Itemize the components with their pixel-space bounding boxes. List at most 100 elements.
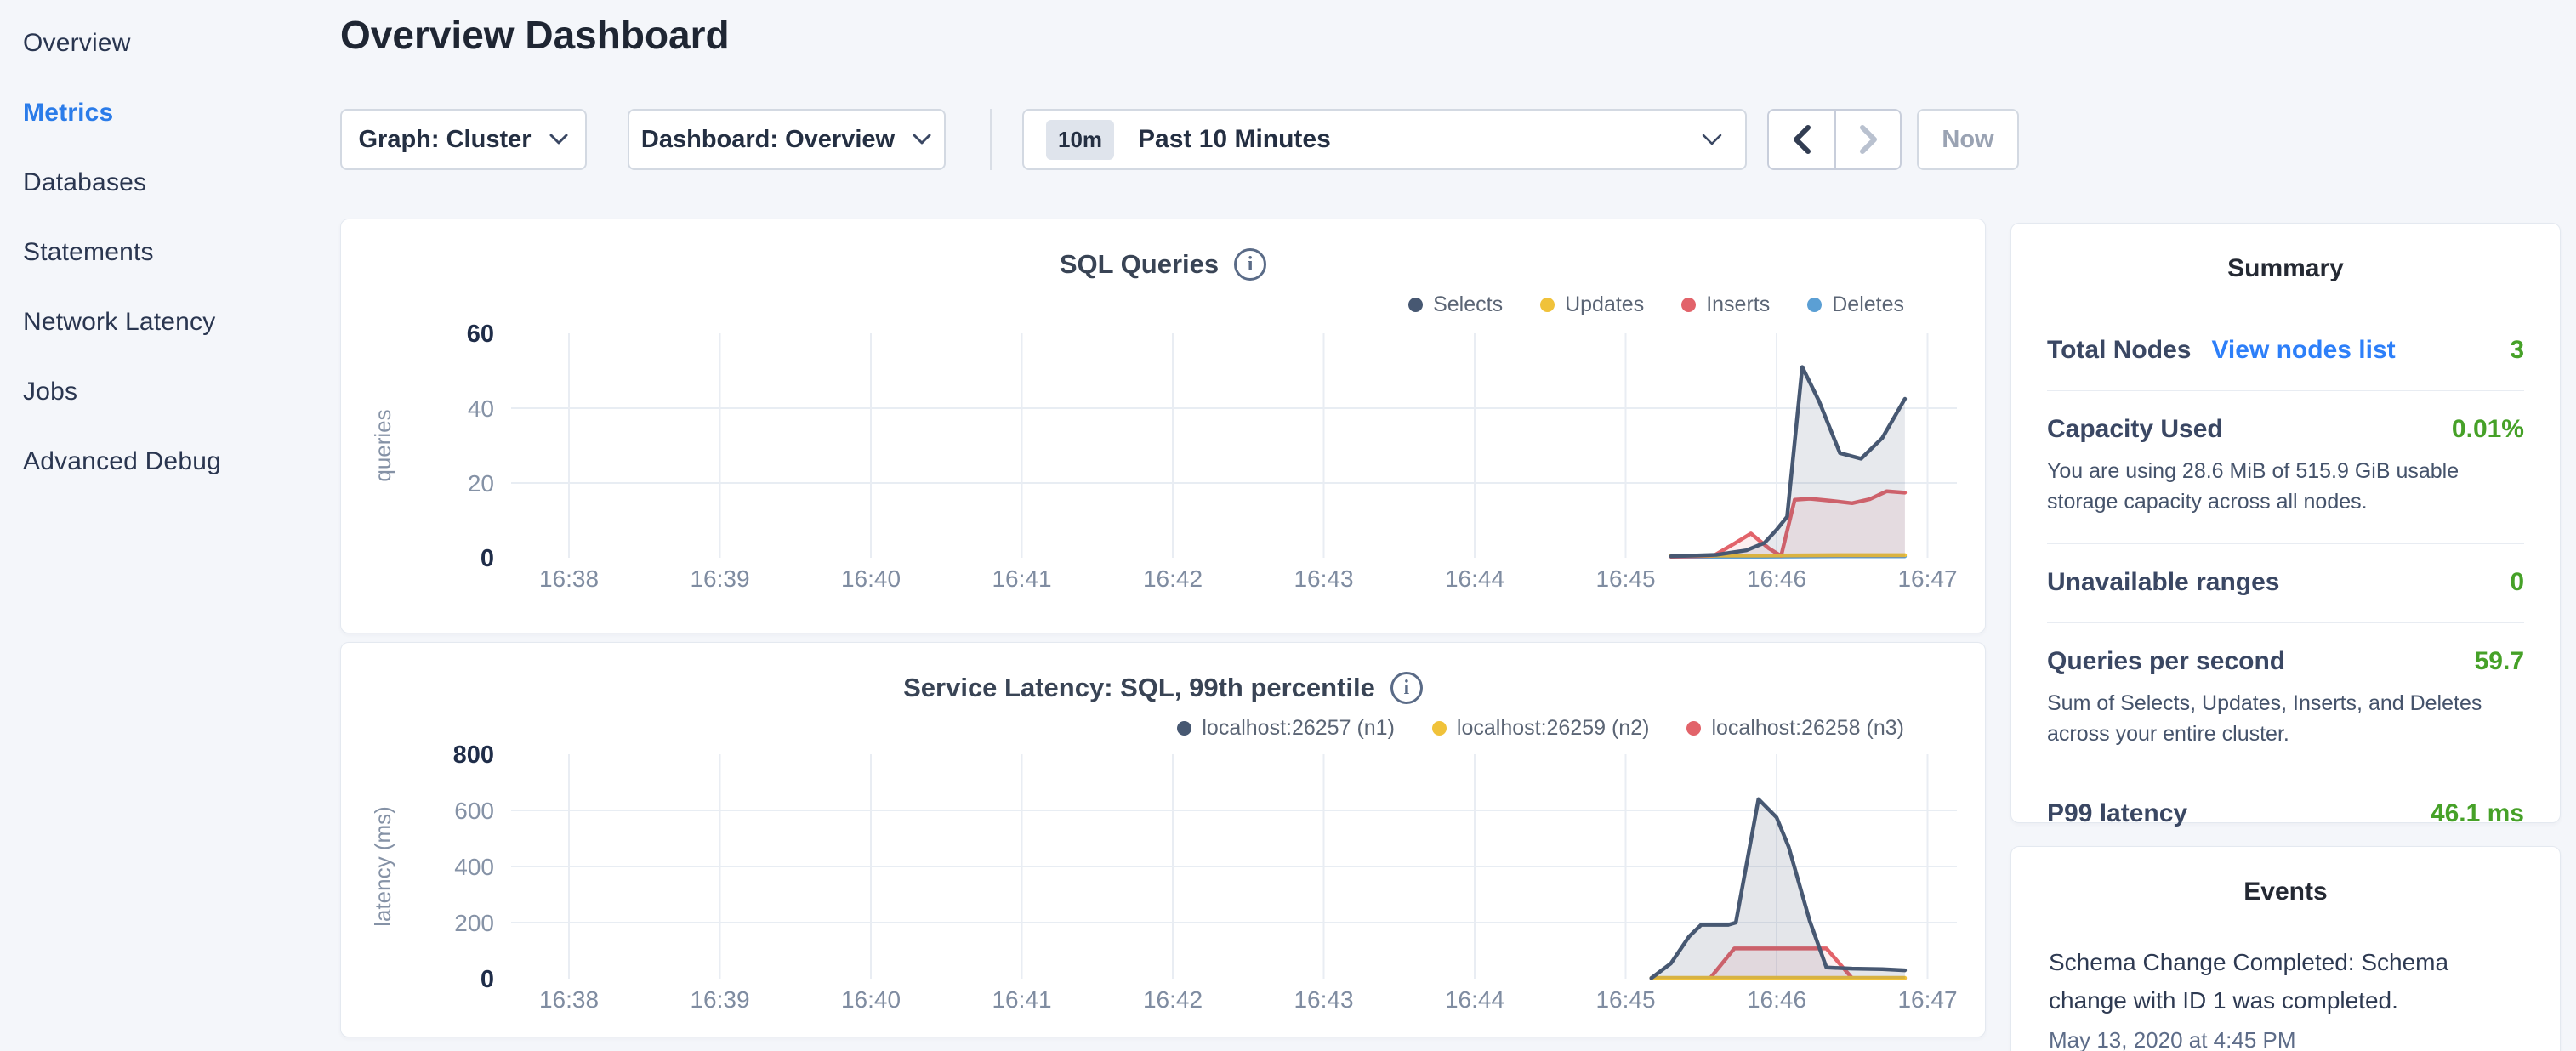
svg-text:16:39: 16:39 [690,986,749,1013]
sidebar-item-jobs[interactable]: Jobs [0,357,340,427]
legend-label: Inserts [1706,293,1770,317]
svg-text:16:45: 16:45 [1595,565,1655,592]
dashboard-dropdown[interactable]: Dashboard: Overview [628,109,946,170]
summary-row-label: Total Nodes [2047,336,2191,365]
summary-row-label: P99 latency [2047,799,2187,828]
summary-row-unavailable-ranges: Unavailable ranges 0 [2047,568,2524,597]
legend-item: Inserts [1681,293,1770,317]
sidebar-item-metrics[interactable]: Metrics [0,78,340,148]
time-forward-button[interactable] [1834,111,1900,168]
svg-text:16:47: 16:47 [1897,986,1957,1013]
summary-row-description: You are using 28.6 MiB of 515.9 GiB usab… [2047,456,2524,518]
svg-text:16:43: 16:43 [1294,986,1353,1013]
page-title: Overview Dashboard [340,12,730,58]
divider [2047,390,2524,391]
svg-text:800: 800 [453,742,494,769]
legend-label: localhost:26258 (n3) [1711,716,1904,741]
graph-dropdown[interactable]: Graph: Cluster [340,109,587,170]
info-icon[interactable] [1234,248,1266,281]
legend-label: localhost:26257 (n1) [1202,716,1395,741]
info-icon[interactable] [1390,672,1423,704]
svg-text:16:42: 16:42 [1143,986,1203,1013]
legend-item: Updates [1540,293,1644,317]
event-timestamp: May 13, 2020 at 4:45 PM [2049,1027,2522,1051]
legend-dot-icon [1408,298,1423,312]
sql-queries-chart-card: SQL Queries SelectsUpdatesInsertsDeletes… [340,219,1986,633]
sidebar-item-statements[interactable]: Statements [0,218,340,287]
summary-row-value: 59.7 [2475,647,2524,676]
time-back-button[interactable] [1769,111,1834,168]
svg-text:600: 600 [454,798,494,824]
svg-text:16:45: 16:45 [1595,986,1655,1013]
svg-text:60: 60 [467,321,494,348]
time-range-label: Past 10 Minutes [1138,125,1331,154]
legend-item: localhost:26259 (n2) [1432,716,1650,741]
svg-text:20: 20 [468,470,494,497]
legend-label: Updates [1565,293,1644,317]
legend-label: Selects [1433,293,1503,317]
legend-item: Selects [1408,293,1503,317]
summary-panel: Summary Total Nodes View nodes list 3 Ca… [2010,223,2561,823]
legend-item: Deletes [1807,293,1904,317]
graph-dropdown-label: Graph: Cluster [358,126,531,154]
legend-dot-icon [1540,298,1555,312]
legend-dot-icon [1177,721,1191,736]
summary-row-value: 0.01% [2452,415,2524,444]
summary-row-label: Queries per second [2047,647,2285,676]
svg-text:queries: queries [370,409,395,481]
svg-text:16:46: 16:46 [1747,565,1806,592]
legend-item: localhost:26258 (n3) [1686,716,1904,741]
service-latency-chart-card: Service Latency: SQL, 99th percentile lo… [340,642,1986,1037]
legend-dot-icon [1681,298,1696,312]
sidebar-item-advanced-debug[interactable]: Advanced Debug [0,427,340,497]
view-nodes-list-link[interactable]: View nodes list [2211,336,2395,365]
divider [2047,622,2524,623]
chart-title: Service Latency: SQL, 99th percentile [903,673,1375,703]
sql-queries-plot[interactable]: 020406016:3816:3916:4016:4116:4216:4316:… [358,321,1970,602]
summary-row-description: Sum of Selects, Updates, Inserts, and De… [2047,688,2524,750]
legend-dot-icon [1807,298,1822,312]
svg-text:16:39: 16:39 [690,565,749,592]
svg-text:16:40: 16:40 [841,986,901,1013]
chevron-right-icon [1857,123,1880,156]
summary-row-label: Unavailable ranges [2047,568,2279,597]
time-range-dropdown[interactable]: 10m Past 10 Minutes [1022,109,1747,170]
app-root: Overview Metrics Databases Statements Ne… [0,0,2576,1051]
svg-text:16:42: 16:42 [1143,565,1203,592]
svg-text:16:44: 16:44 [1445,986,1504,1013]
svg-text:400: 400 [454,854,494,880]
sidebar-item-overview[interactable]: Overview [0,9,340,78]
sidebar-item-network-latency[interactable]: Network Latency [0,287,340,357]
svg-text:16:46: 16:46 [1747,986,1806,1013]
controls-divider [990,109,992,170]
summary-row-total-nodes: Total Nodes View nodes list 3 [2047,336,2524,365]
controls-bar: Graph: Cluster Dashboard: Overview 10m P… [340,109,2019,170]
summary-row-label: Capacity Used [2047,415,2223,444]
svg-text:16:41: 16:41 [992,565,1051,592]
summary-row-value: 0 [2510,568,2524,597]
svg-text:16:41: 16:41 [992,986,1051,1013]
events-panel: Events Schema Change Completed: Schema c… [2010,846,2561,1051]
service-latency-plot[interactable]: 0 200 400 600 800 16:38 16:39 16:40 16:41 16:42 16… [358,742,1970,1023]
svg-text:16:38: 16:38 [539,986,599,1013]
time-step-button-group [1767,109,1902,170]
svg-text:0: 0 [481,545,494,572]
chevron-down-icon [912,133,932,146]
legend-dot-icon [1686,721,1701,736]
svg-text:16:38: 16:38 [539,565,599,592]
summary-row-value: 46.1 ms [2431,799,2524,828]
events-title: Events [2011,878,2560,906]
legend-label: Deletes [1832,293,1904,317]
sidebar: Overview Metrics Databases Statements Ne… [0,0,340,497]
svg-text:0: 0 [481,966,494,993]
summary-row-value: 3 [2510,336,2524,365]
legend-dot-icon [1432,721,1447,736]
dashboard-dropdown-label: Dashboard: Overview [641,126,895,154]
summary-title: Summary [2011,254,2560,283]
now-button[interactable]: Now [1917,109,2019,170]
sidebar-item-databases[interactable]: Databases [0,148,340,218]
svg-text:200: 200 [454,910,494,936]
summary-row-queries-per-second: Queries per second 59.7 [2047,647,2524,676]
chevron-left-icon [1790,123,1814,156]
event-message: Schema Change Completed: Schema change w… [2049,944,2465,1020]
